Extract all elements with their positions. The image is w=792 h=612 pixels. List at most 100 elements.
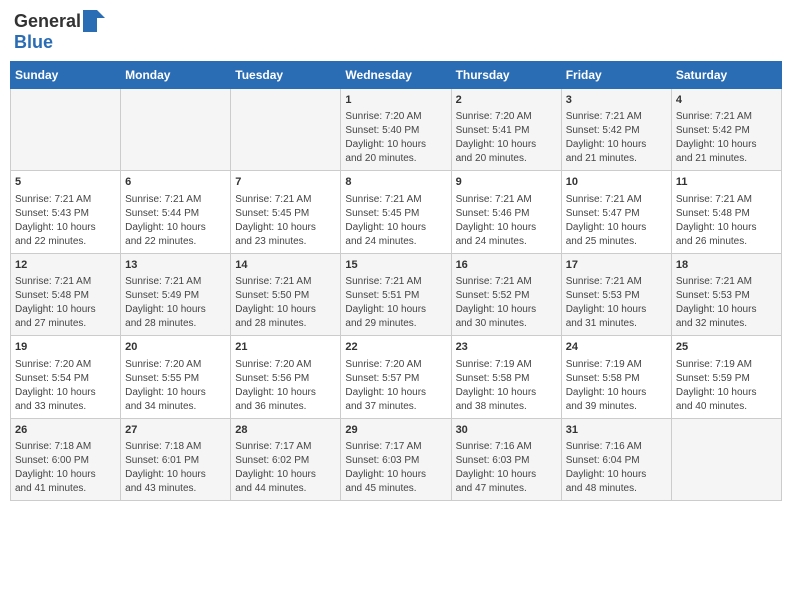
calendar-cell: 25 Sunrise: 7:19 AM Sunset: 5:59 PM Dayli… [671, 336, 781, 418]
calendar-cell: 24 Sunrise: 7:19 AM Sunset: 5:58 PM Dayli… [561, 336, 671, 418]
day-content: Sunrise: 7:21 AM Sunset: 5:47 PM Dayligh… [566, 193, 667, 249]
day-number: 5 [15, 175, 116, 190]
day-content: Sunrise: 7:19 AM Sunset: 5:58 PM Dayligh… [566, 358, 667, 414]
day-content: Sunrise: 7:20 AM Sunset: 5:55 PM Dayligh… [125, 358, 226, 414]
weekday-header-sunday: Sunday [11, 62, 121, 89]
calendar-week-row: 12Sunrise: 7:21 AM Sunset: 5:48 PM Dayli… [11, 253, 782, 335]
day-number: 1 [345, 93, 446, 108]
day-content: Sunrise: 7:21 AM Sunset: 5:50 PM Dayligh… [235, 275, 336, 331]
calendar-cell [671, 418, 781, 500]
day-content: Sunrise: 7:20 AM Sunset: 5:41 PM Dayligh… [456, 110, 557, 166]
calendar-cell: 8 Sunrise: 7:21 AM Sunset: 5:45 PM Daylig… [341, 171, 451, 253]
weekday-header-saturday: Saturday [671, 62, 781, 89]
day-content: Sunrise: 7:18 AM Sunset: 6:01 PM Dayligh… [125, 440, 226, 496]
calendar-cell: 17 Sunrise: 7:21 AM Sunset: 5:53 PM Dayli… [561, 253, 671, 335]
day-number: 3 [566, 93, 667, 108]
calendar-cell: 1 Sunrise: 7:20 AM Sunset: 5:40 PM Daylig… [341, 89, 451, 171]
calendar-cell: 7Sunrise: 7:21 AM Sunset: 5:45 PM Daylig… [231, 171, 341, 253]
calendar-cell: 14 Sunrise: 7:21 AM Sunset: 5:50 PM Dayli… [231, 253, 341, 335]
day-number: 28 [235, 423, 336, 438]
day-content: Sunrise: 7:16 AM Sunset: 6:03 PM Dayligh… [456, 440, 557, 496]
calendar-cell: 12Sunrise: 7:21 AM Sunset: 5:48 PM Dayli… [11, 253, 121, 335]
weekday-header-wednesday: Wednesday [341, 62, 451, 89]
day-content: Sunrise: 7:20 AM Sunset: 5:40 PM Dayligh… [345, 110, 446, 166]
calendar-cell: 23 Sunrise: 7:19 AM Sunset: 5:58 PM Dayli… [451, 336, 561, 418]
calendar-cell: 10Sunrise: 7:21 AM Sunset: 5:47 PM Dayli… [561, 171, 671, 253]
day-number: 23 [456, 340, 557, 355]
calendar-week-row: 26 Sunrise: 7:18 AM Sunset: 6:00 PM Dayli… [11, 418, 782, 500]
calendar-cell: 21 Sunrise: 7:20 AM Sunset: 5:56 PM Dayli… [231, 336, 341, 418]
calendar-cell: 6Sunrise: 7:21 AM Sunset: 5:44 PM Daylig… [121, 171, 231, 253]
day-number: 21 [235, 340, 336, 355]
day-content: Sunrise: 7:20 AM Sunset: 5:56 PM Dayligh… [235, 358, 336, 414]
calendar-week-row: 19 Sunrise: 7:20 AM Sunset: 5:54 PM Dayli… [11, 336, 782, 418]
day-number: 8 [345, 175, 446, 190]
day-number: 31 [566, 423, 667, 438]
calendar-week-row: 1 Sunrise: 7:20 AM Sunset: 5:40 PM Daylig… [11, 89, 782, 171]
day-content: Sunrise: 7:17 AM Sunset: 6:03 PM Dayligh… [345, 440, 446, 496]
calendar-cell: 27Sunrise: 7:18 AM Sunset: 6:01 PM Dayli… [121, 418, 231, 500]
weekday-header-thursday: Thursday [451, 62, 561, 89]
calendar-cell: 13 Sunrise: 7:21 AM Sunset: 5:49 PM Dayli… [121, 253, 231, 335]
day-number: 19 [15, 340, 116, 355]
day-content: Sunrise: 7:19 AM Sunset: 5:59 PM Dayligh… [676, 358, 777, 414]
weekday-header-monday: Monday [121, 62, 231, 89]
day-number: 20 [125, 340, 226, 355]
calendar-cell [121, 89, 231, 171]
day-number: 17 [566, 258, 667, 273]
calendar-table: SundayMondayTuesdayWednesdayThursdayFrid… [10, 61, 782, 501]
day-number: 26 [15, 423, 116, 438]
calendar-cell: 20 Sunrise: 7:20 AM Sunset: 5:55 PM Dayli… [121, 336, 231, 418]
calendar-cell: 18Sunrise: 7:21 AM Sunset: 5:53 PM Dayli… [671, 253, 781, 335]
day-content: Sunrise: 7:16 AM Sunset: 6:04 PM Dayligh… [566, 440, 667, 496]
calendar-cell: 31 Sunrise: 7:16 AM Sunset: 6:04 PM Dayli… [561, 418, 671, 500]
day-content: Sunrise: 7:21 AM Sunset: 5:52 PM Dayligh… [456, 275, 557, 331]
day-content: Sunrise: 7:17 AM Sunset: 6:02 PM Dayligh… [235, 440, 336, 496]
day-content: Sunrise: 7:20 AM Sunset: 5:57 PM Dayligh… [345, 358, 446, 414]
logo-blue-text: Blue [14, 32, 53, 53]
day-number: 29 [345, 423, 446, 438]
calendar-cell: 29 Sunrise: 7:17 AM Sunset: 6:03 PM Dayli… [341, 418, 451, 500]
day-content: Sunrise: 7:21 AM Sunset: 5:42 PM Dayligh… [676, 110, 777, 166]
calendar-cell: 30Sunrise: 7:16 AM Sunset: 6:03 PM Dayli… [451, 418, 561, 500]
logo: General Blue [14, 10, 105, 53]
day-number: 15 [345, 258, 446, 273]
day-number: 18 [676, 258, 777, 273]
day-content: Sunrise: 7:21 AM Sunset: 5:44 PM Dayligh… [125, 193, 226, 249]
calendar-cell: 19 Sunrise: 7:20 AM Sunset: 5:54 PM Dayli… [11, 336, 121, 418]
day-content: Sunrise: 7:21 AM Sunset: 5:49 PM Dayligh… [125, 275, 226, 331]
day-number: 9 [456, 175, 557, 190]
day-content: Sunrise: 7:18 AM Sunset: 6:00 PM Dayligh… [15, 440, 116, 496]
day-number: 2 [456, 93, 557, 108]
day-content: Sunrise: 7:21 AM Sunset: 5:48 PM Dayligh… [15, 275, 116, 331]
day-number: 25 [676, 340, 777, 355]
day-number: 4 [676, 93, 777, 108]
day-content: Sunrise: 7:20 AM Sunset: 5:54 PM Dayligh… [15, 358, 116, 414]
day-content: Sunrise: 7:21 AM Sunset: 5:48 PM Dayligh… [676, 193, 777, 249]
calendar-cell: 2 Sunrise: 7:20 AM Sunset: 5:41 PM Daylig… [451, 89, 561, 171]
calendar-cell: 16 Sunrise: 7:21 AM Sunset: 5:52 PM Dayli… [451, 253, 561, 335]
calendar-cell: 28 Sunrise: 7:17 AM Sunset: 6:02 PM Dayli… [231, 418, 341, 500]
calendar-cell: 26 Sunrise: 7:18 AM Sunset: 6:00 PM Dayli… [11, 418, 121, 500]
logo-general-text: General [14, 11, 81, 32]
day-content: Sunrise: 7:21 AM Sunset: 5:45 PM Dayligh… [345, 193, 446, 249]
day-content: Sunrise: 7:21 AM Sunset: 5:45 PM Dayligh… [235, 193, 336, 249]
calendar-cell: 11Sunrise: 7:21 AM Sunset: 5:48 PM Dayli… [671, 171, 781, 253]
day-content: Sunrise: 7:21 AM Sunset: 5:43 PM Dayligh… [15, 193, 116, 249]
day-number: 14 [235, 258, 336, 273]
calendar-week-row: 5 Sunrise: 7:21 AM Sunset: 5:43 PM Daylig… [11, 171, 782, 253]
day-number: 16 [456, 258, 557, 273]
logo-icon [83, 10, 105, 32]
day-content: Sunrise: 7:19 AM Sunset: 5:58 PM Dayligh… [456, 358, 557, 414]
day-number: 22 [345, 340, 446, 355]
calendar-cell [231, 89, 341, 171]
day-content: Sunrise: 7:21 AM Sunset: 5:46 PM Dayligh… [456, 193, 557, 249]
weekday-header-friday: Friday [561, 62, 671, 89]
day-number: 24 [566, 340, 667, 355]
calendar-cell [11, 89, 121, 171]
day-content: Sunrise: 7:21 AM Sunset: 5:51 PM Dayligh… [345, 275, 446, 331]
weekday-header-tuesday: Tuesday [231, 62, 341, 89]
day-content: Sunrise: 7:21 AM Sunset: 5:53 PM Dayligh… [566, 275, 667, 331]
calendar-cell: 22 Sunrise: 7:20 AM Sunset: 5:57 PM Dayli… [341, 336, 451, 418]
day-number: 13 [125, 258, 226, 273]
